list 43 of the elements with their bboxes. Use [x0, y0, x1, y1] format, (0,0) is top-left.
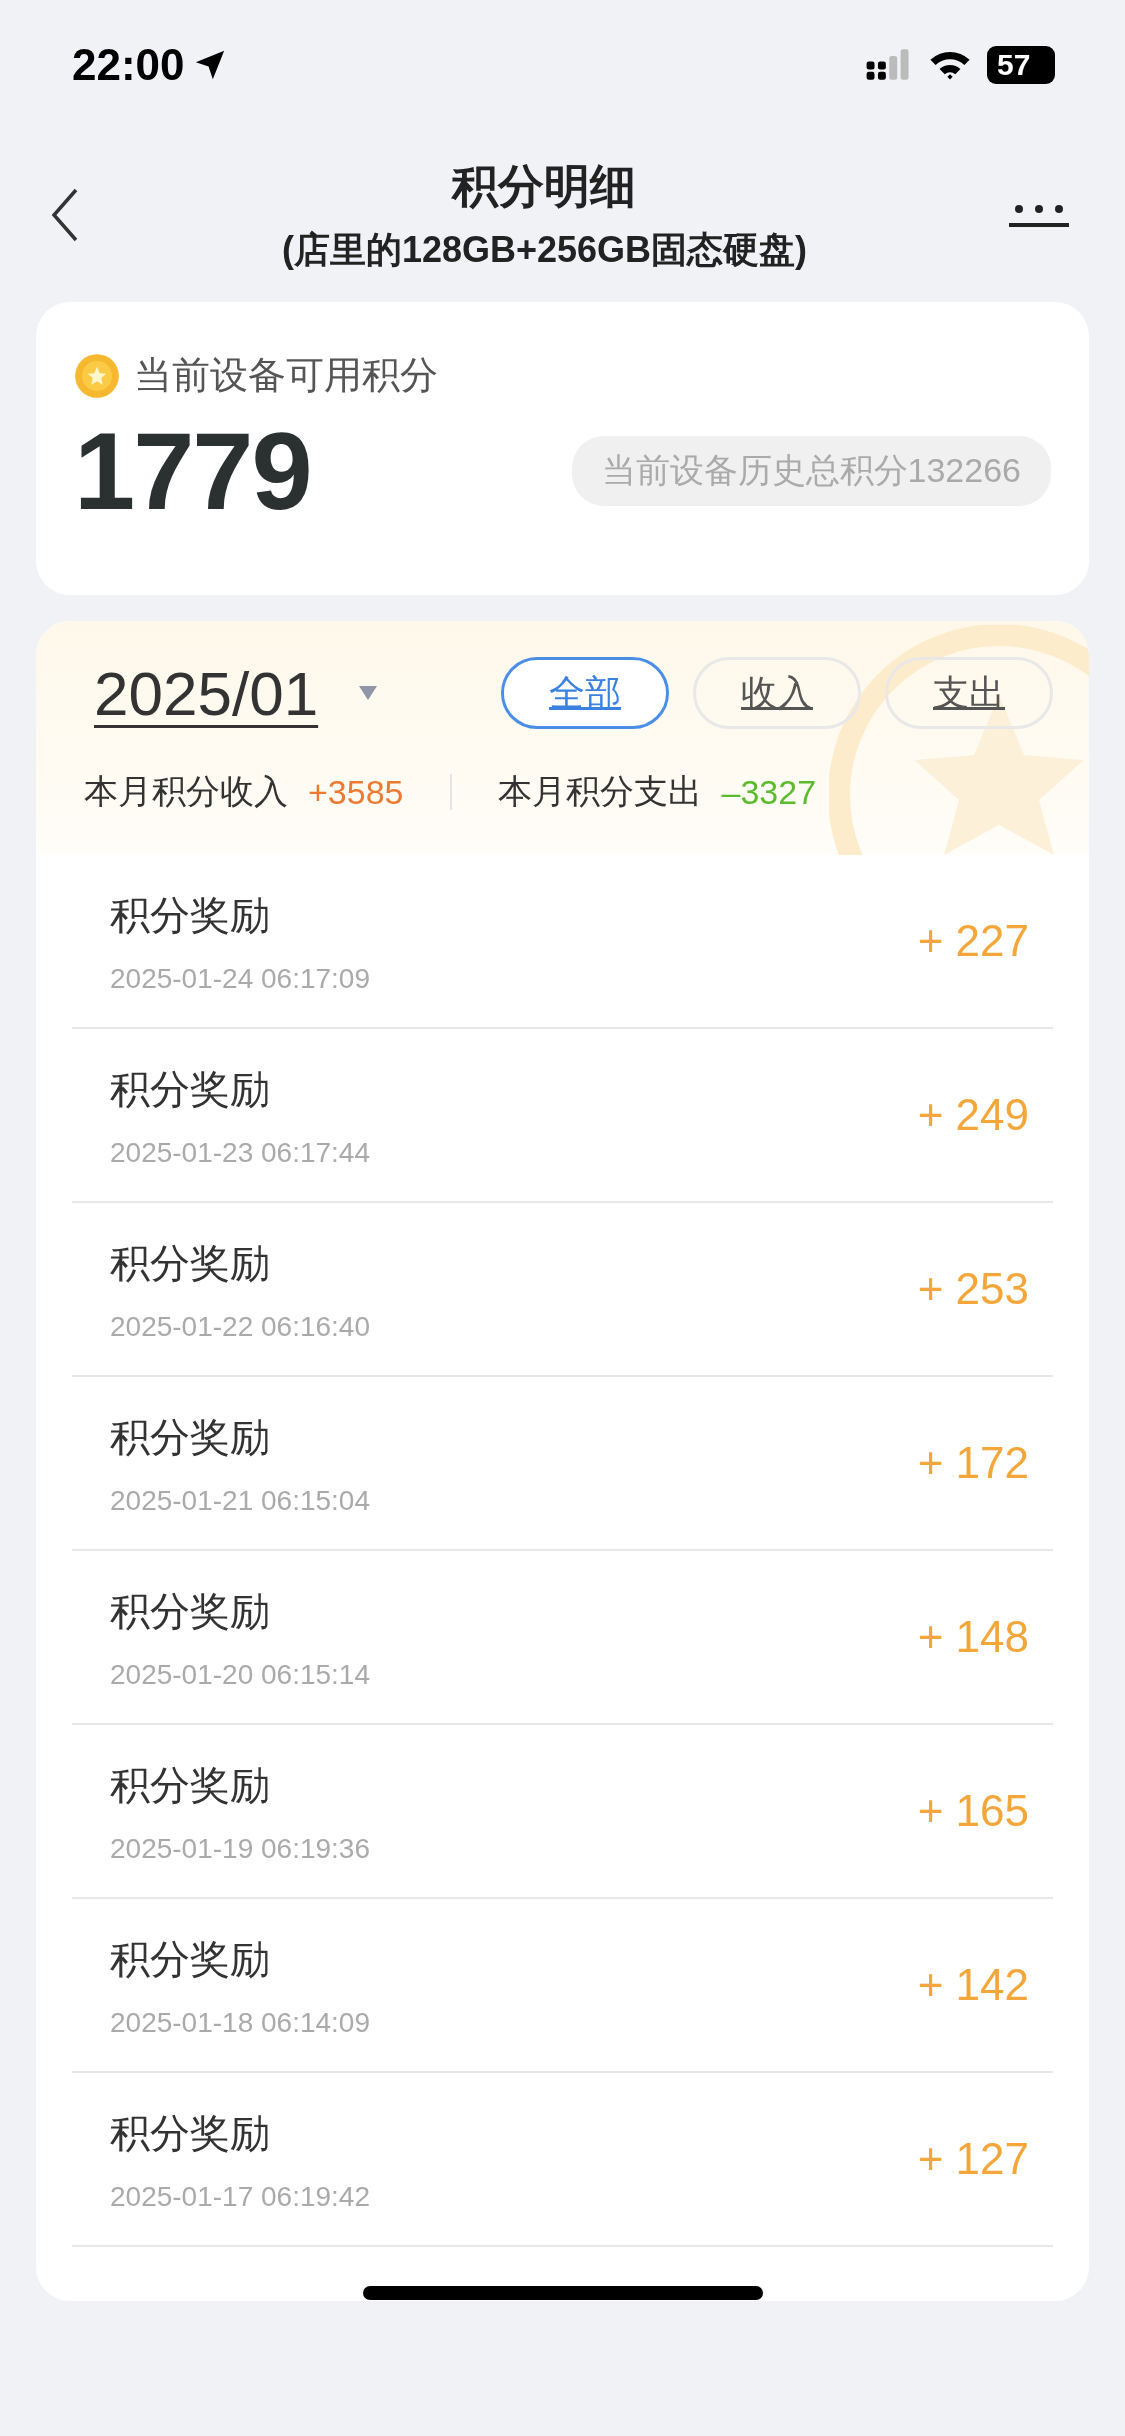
record-amount: + 142	[917, 1960, 1029, 2010]
page-subtitle: (店里的128GB+256GB固态硬盘)	[281, 227, 808, 272]
record-time: 2025-01-23 06:17:44	[110, 1136, 370, 1169]
caret-icon	[358, 685, 379, 701]
more-icon[interactable]	[1009, 202, 1069, 228]
record-time: 2025-01-18 06:14:09	[110, 2006, 370, 2039]
filter-tab[interactable]: 收入	[693, 657, 861, 729]
summary-label: 本月积分支出	[497, 771, 702, 812]
record-title: 积分奖励	[110, 1587, 271, 1635]
record-time: 2025-01-20 06:15:14	[110, 1658, 370, 1691]
record-title: 积分奖励	[110, 1761, 271, 1809]
record-time: 2025-01-21 06:15:04	[110, 1484, 370, 1517]
record-title: 积分奖励	[110, 1935, 271, 1983]
summary-value: +3585	[308, 772, 404, 812]
status-time: 22:00	[72, 40, 185, 90]
record-amount: + 249	[917, 1090, 1029, 1140]
record-title: 积分奖励	[110, 1239, 271, 1287]
filter-tab[interactable]: 全部	[501, 657, 669, 729]
record-amount: + 127	[917, 2134, 1029, 2184]
record-time: 2025-01-24 06:17:09	[110, 962, 370, 995]
coin-icon	[74, 352, 120, 399]
page-title: 积分明细	[452, 158, 637, 214]
record-title: 积分奖励	[110, 1413, 271, 1461]
back-icon[interactable]	[50, 187, 80, 243]
record-title: 积分奖励	[110, 1065, 271, 1113]
record-amount: + 227	[917, 916, 1029, 966]
summary-label: 本月积分收入	[84, 771, 288, 812]
record-amount: + 165	[917, 1786, 1029, 1836]
points-value: 1779	[74, 408, 311, 534]
record-amount: + 172	[917, 1438, 1029, 1488]
record-title: 积分奖励	[110, 891, 271, 939]
record-title: 积分奖励	[110, 2109, 271, 2157]
record-time: 2025-01-22 06:16:40	[110, 1310, 370, 1343]
record-time: 2025-01-19 06:19:36	[110, 1832, 370, 1865]
battery-indicator: 57	[987, 46, 1055, 84]
filter-tab[interactable]: 支出	[885, 657, 1053, 729]
record-time: 2025-01-17 06:19:42	[110, 2180, 370, 2213]
summary-value: –3327	[721, 772, 817, 812]
record-amount: + 253	[917, 1264, 1029, 1314]
record-amount: + 148	[917, 1612, 1029, 1662]
month-picker[interactable]: 2025/01	[84, 657, 379, 729]
points-label: 当前设备可用积分	[134, 353, 438, 398]
history-points-pill: 当前设备历史总积分132266	[571, 435, 1051, 506]
